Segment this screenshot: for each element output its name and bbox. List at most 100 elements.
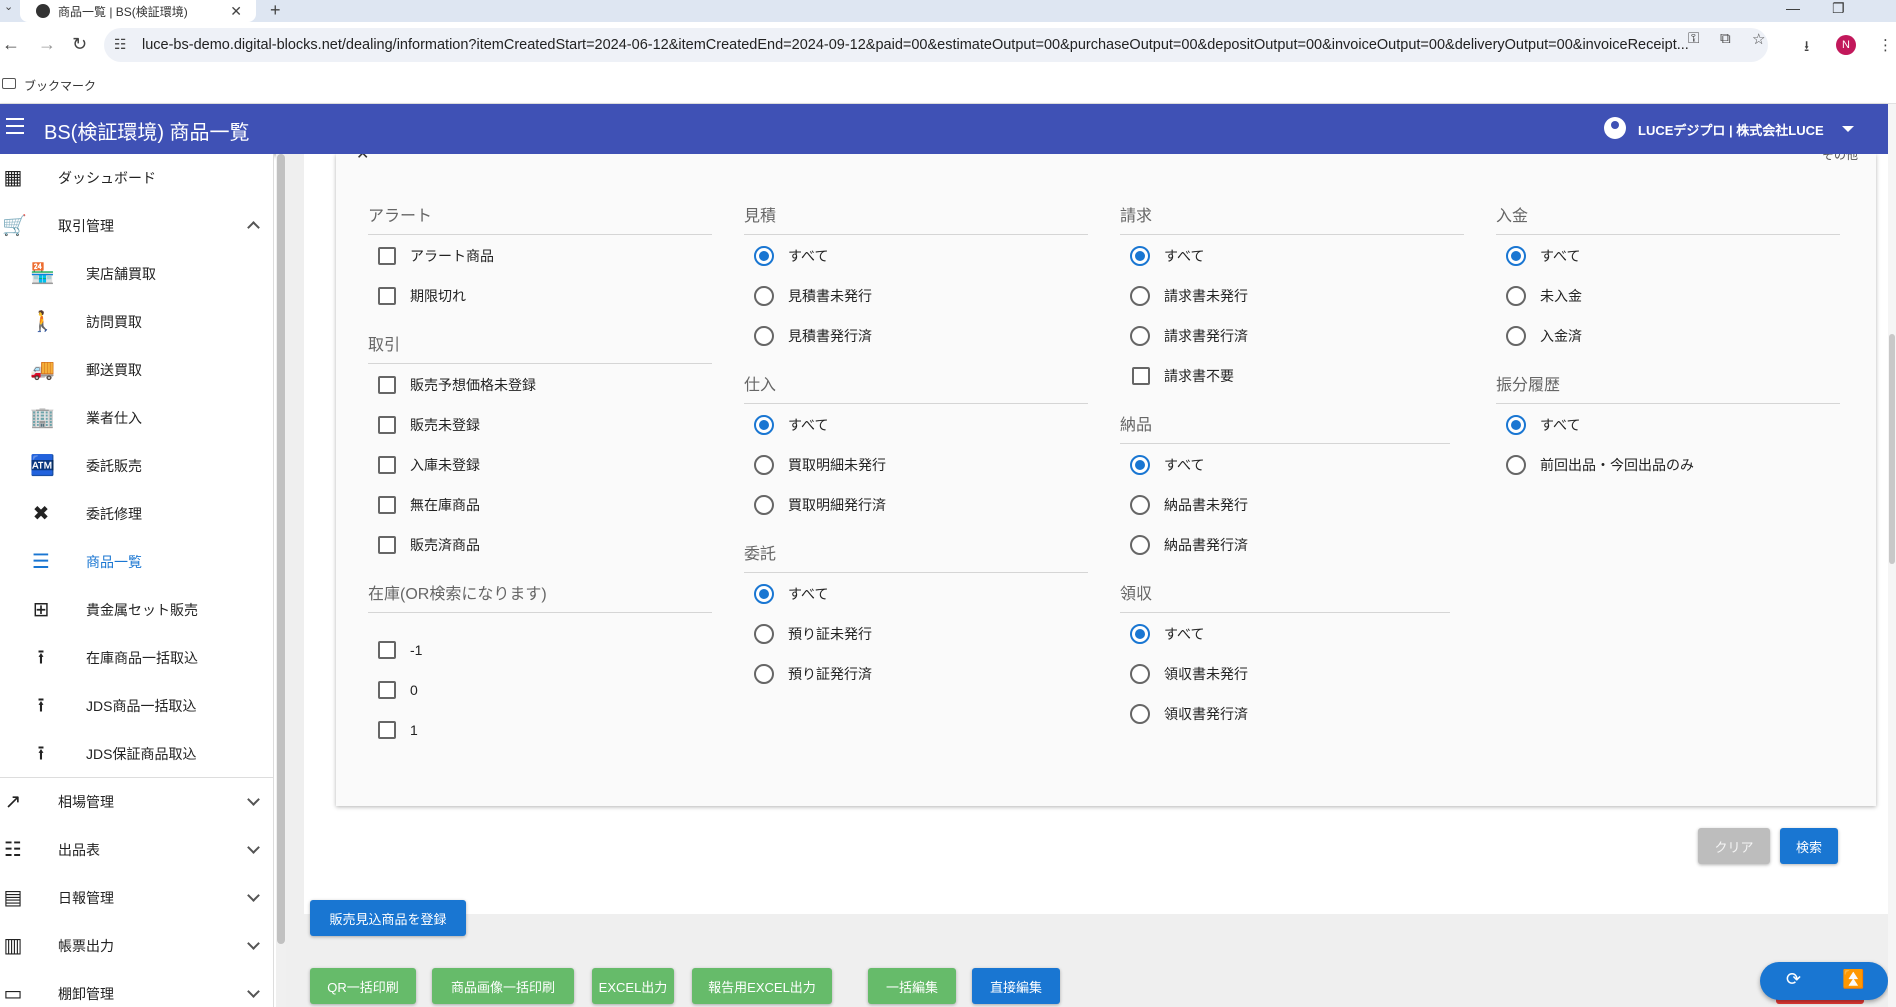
scroll-top-icon[interactable]: ⏫ xyxy=(1842,969,1864,990)
checkbox-expired[interactable]: 期限切れ xyxy=(378,284,466,308)
radio-purchase-issued[interactable]: 買取明細発行済 xyxy=(754,493,886,517)
radio-button[interactable] xyxy=(1130,246,1150,266)
radio-invoice-unissued[interactable]: 請求書未発行 xyxy=(1130,284,1248,308)
clear-button[interactable]: クリア xyxy=(1698,828,1770,864)
restore-icon[interactable]: ❐ xyxy=(1832,0,1845,17)
checkbox-price-unregistered[interactable]: 販売予想価格未登録 xyxy=(378,373,536,397)
excel-export-button[interactable]: EXCEL出力 xyxy=(592,968,674,1004)
profile-avatar[interactable]: N xyxy=(1836,35,1856,55)
register-expected-item-button[interactable]: 販売見込商品を登録 xyxy=(310,900,466,936)
menu-icon[interactable] xyxy=(6,118,24,139)
checkbox[interactable] xyxy=(378,721,396,739)
radio-button[interactable] xyxy=(754,326,774,346)
checkbox[interactable] xyxy=(378,247,396,265)
sidebar-item-stock-import[interactable]: ⭱ 在庫商品一括取込 xyxy=(0,634,273,682)
radio-button[interactable] xyxy=(1506,455,1526,475)
checkbox[interactable] xyxy=(378,456,396,474)
radio-payment-paid[interactable]: 入金済 xyxy=(1506,324,1582,348)
radio-button[interactable] xyxy=(754,455,774,475)
sidebar-item-consignment-sale[interactable]: 🏧 委託販売 xyxy=(0,442,273,490)
open-in-app-icon[interactable]: ⧉ xyxy=(1720,30,1731,47)
radio-button[interactable] xyxy=(1130,624,1150,644)
checkbox[interactable] xyxy=(378,681,396,699)
bookmarks-label[interactable]: ブックマーク xyxy=(24,77,96,94)
radio-button[interactable] xyxy=(1506,415,1526,435)
bookmark-star-icon[interactable]: ☆ xyxy=(1752,30,1765,48)
forward-icon[interactable]: → xyxy=(38,34,56,55)
url-text[interactable]: luce-bs-demo.digital-blocks.net/dealing/… xyxy=(142,37,1772,53)
download-icon[interactable]: ⭳ xyxy=(1804,36,1809,61)
account-name[interactable]: LUCEデジプロ | 株式会社LUCE xyxy=(1638,120,1824,139)
checkbox[interactable] xyxy=(378,641,396,659)
radio-estimate-all[interactable]: すべて xyxy=(754,244,828,268)
radio-payment-unpaid[interactable]: 未入金 xyxy=(1506,284,1582,308)
radio-purchase-all[interactable]: すべて xyxy=(754,413,828,437)
checkbox[interactable] xyxy=(378,416,396,434)
checkbox[interactable] xyxy=(378,376,396,394)
sidebar-item-consignment-repair[interactable]: ✖ 委託修理 xyxy=(0,490,273,538)
refresh-icon[interactable]: ⟳ xyxy=(1786,969,1801,990)
key-icon[interactable]: ⚿ xyxy=(1688,30,1699,47)
checkbox[interactable] xyxy=(378,536,396,554)
radio-receipt-unissued[interactable]: 領収書未発行 xyxy=(1130,662,1248,686)
sidebar-item-store-purchase[interactable]: 🏪 実店舗買取 xyxy=(0,250,273,298)
radio-button[interactable] xyxy=(754,624,774,644)
new-tab-button[interactable]: + xyxy=(270,0,281,21)
search-button[interactable]: 検索 xyxy=(1780,828,1838,864)
radio-estimate-issued[interactable]: 見積書発行済 xyxy=(754,324,872,348)
sidebar-item-visit-purchase[interactable]: 🚶 訪問買取 xyxy=(0,298,273,346)
radio-payment-all[interactable]: すべて xyxy=(1506,244,1580,268)
radio-button[interactable] xyxy=(1130,664,1150,684)
checkbox[interactable] xyxy=(378,287,396,305)
checkbox-no-stock[interactable]: 無在庫商品 xyxy=(378,493,480,517)
sidebar-scrollbar[interactable] xyxy=(276,154,286,1007)
tab-search-icon[interactable]: ⌄ xyxy=(4,0,13,13)
reload-icon[interactable]: ↻ xyxy=(72,34,87,55)
checkbox-stock-1[interactable]: 1 xyxy=(378,718,418,742)
account-dropdown-icon[interactable] xyxy=(1842,126,1854,132)
radio-history-prev-current[interactable]: 前回出品・今回出品のみ xyxy=(1506,453,1694,477)
address-bar[interactable]: ☷ luce-bs-demo.digital-blocks.net/dealin… xyxy=(104,28,1768,62)
radio-button[interactable] xyxy=(754,664,774,684)
sidebar-item-listing[interactable]: ☷ 出品表 xyxy=(0,826,273,874)
radio-purchase-unissued[interactable]: 買取明細未発行 xyxy=(754,453,886,477)
checkbox-stock-0[interactable]: 0 xyxy=(378,678,418,702)
back-icon[interactable]: ← xyxy=(2,34,20,55)
account-circle-icon[interactable] xyxy=(1604,117,1626,139)
browser-menu-icon[interactable]: ⋮ xyxy=(1878,36,1893,54)
radio-receipt-all[interactable]: すべて xyxy=(1130,622,1204,646)
radio-button[interactable] xyxy=(1130,286,1150,306)
radio-invoice-issued[interactable]: 請求書発行済 xyxy=(1130,324,1248,348)
radio-button[interactable] xyxy=(754,286,774,306)
close-icon[interactable]: ✕ xyxy=(356,154,369,164)
checkbox-alert-item[interactable]: アラート商品 xyxy=(378,244,494,268)
radio-button[interactable] xyxy=(754,246,774,266)
radio-button[interactable] xyxy=(1130,495,1150,515)
checkbox-invoice-not-required[interactable]: 請求書不要 xyxy=(1132,364,1234,388)
sidebar-item-jds-warranty-import[interactable]: ⭱ JDS保証商品取込 xyxy=(0,730,273,778)
bulk-edit-button[interactable]: 一括編集 xyxy=(868,968,956,1004)
sidebar-item-torihiki[interactable]: 🛒 取引管理 xyxy=(0,202,273,250)
radio-button[interactable] xyxy=(1130,535,1150,555)
browser-tab[interactable]: 商品一覧 | BS(検証環境) ✕ xyxy=(20,0,256,22)
radio-consign-unissued[interactable]: 預り証未発行 xyxy=(754,622,872,646)
qr-bulk-print-button[interactable]: QR一括印刷 xyxy=(310,968,416,1004)
checkbox[interactable] xyxy=(378,496,396,514)
report-excel-export-button[interactable]: 報告用EXCEL出力 xyxy=(692,968,832,1004)
sidebar-item-forms[interactable]: ▥ 帳票出力 xyxy=(0,922,273,970)
radio-receipt-issued[interactable]: 領収書発行済 xyxy=(1130,702,1248,726)
checkbox-stock-unregistered[interactable]: 入庫未登録 xyxy=(378,453,480,477)
radio-button[interactable] xyxy=(754,495,774,515)
other-tab-label[interactable]: その他 xyxy=(1822,154,1858,163)
radio-button[interactable] xyxy=(1506,246,1526,266)
page-scrollbar[interactable] xyxy=(1888,104,1896,1007)
radio-delivery-all[interactable]: すべて xyxy=(1130,453,1204,477)
radio-button[interactable] xyxy=(1130,455,1150,475)
sidebar-item-daily-report[interactable]: ▤ 日報管理 xyxy=(0,874,273,922)
radio-button[interactable] xyxy=(1130,326,1150,346)
sidebar-item-inventory[interactable]: ▭ 棚卸管理 xyxy=(0,970,273,1007)
sidebar-item-product-list[interactable]: ☰ 商品一覧 xyxy=(0,538,273,586)
radio-history-all[interactable]: すべて xyxy=(1506,413,1580,437)
radio-consign-all[interactable]: すべて xyxy=(754,582,828,606)
radio-button[interactable] xyxy=(754,584,774,604)
